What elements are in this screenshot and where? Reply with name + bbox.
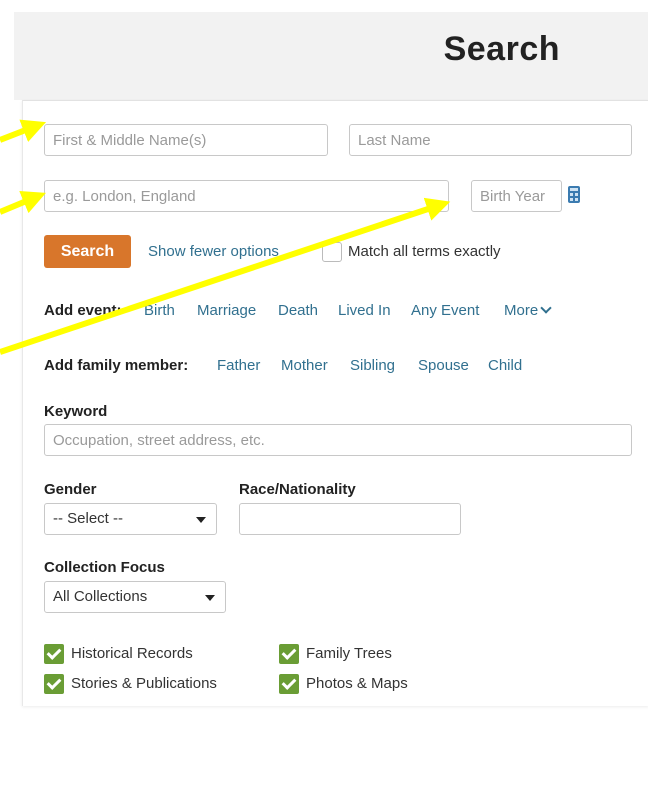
birth-year-input[interactable] [471,180,562,212]
family-child-link[interactable]: Child [488,357,522,374]
event-any-event-link[interactable]: Any Event [411,302,479,319]
race-nationality-input[interactable] [239,503,461,535]
chevron-down-icon [540,302,552,314]
event-more-label: More [504,302,539,319]
event-death-link[interactable]: Death [278,302,318,319]
gender-select[interactable]: -- Select -- [44,503,217,535]
add-event-label: Add event: [44,302,122,319]
show-fewer-options-link[interactable]: Show fewer options [148,243,279,260]
family-mother-link[interactable]: Mother [281,357,328,374]
collection-focus-value: All Collections [53,588,148,605]
family-trees-checkbox[interactable] [279,644,299,664]
event-birth-link[interactable]: Birth [144,302,175,319]
gender-label: Gender [44,481,97,498]
match-exact-label: Match all terms exactly [348,243,501,260]
family-trees-label: Family Trees [306,645,392,662]
keyword-input[interactable] [44,424,632,456]
stories-publications-label: Stories & Publications [71,675,217,692]
page-title: Search [443,30,560,68]
photos-maps-checkbox[interactable] [279,674,299,694]
first-name-input[interactable] [44,124,328,156]
match-exact-checkbox[interactable] [322,242,342,262]
historical-records-checkbox[interactable] [44,644,64,664]
keyword-label: Keyword [44,403,108,420]
place-input[interactable] [44,180,449,212]
calculator-icon[interactable] [568,186,580,203]
collection-focus-label: Collection Focus [44,559,165,576]
family-spouse-link[interactable]: Spouse [418,357,469,374]
stories-publications-checkbox[interactable] [44,674,64,694]
historical-records-label: Historical Records [71,645,193,662]
event-lived-in-link[interactable]: Lived In [338,302,391,319]
dropdown-caret-icon [196,517,206,523]
event-marriage-link[interactable]: Marriage [197,302,256,319]
dropdown-caret-icon [205,595,215,601]
collection-focus-select[interactable]: All Collections [44,581,226,613]
photos-maps-label: Photos & Maps [306,675,408,692]
race-nationality-label: Race/Nationality [239,481,356,498]
search-button[interactable]: Search [44,235,131,268]
gender-select-value: -- Select -- [53,510,124,527]
event-more-link[interactable]: More [504,302,552,319]
add-family-member-label: Add family member: [44,357,189,374]
family-sibling-link[interactable]: Sibling [350,357,395,374]
family-father-link[interactable]: Father [217,357,260,374]
last-name-input[interactable] [349,124,632,156]
